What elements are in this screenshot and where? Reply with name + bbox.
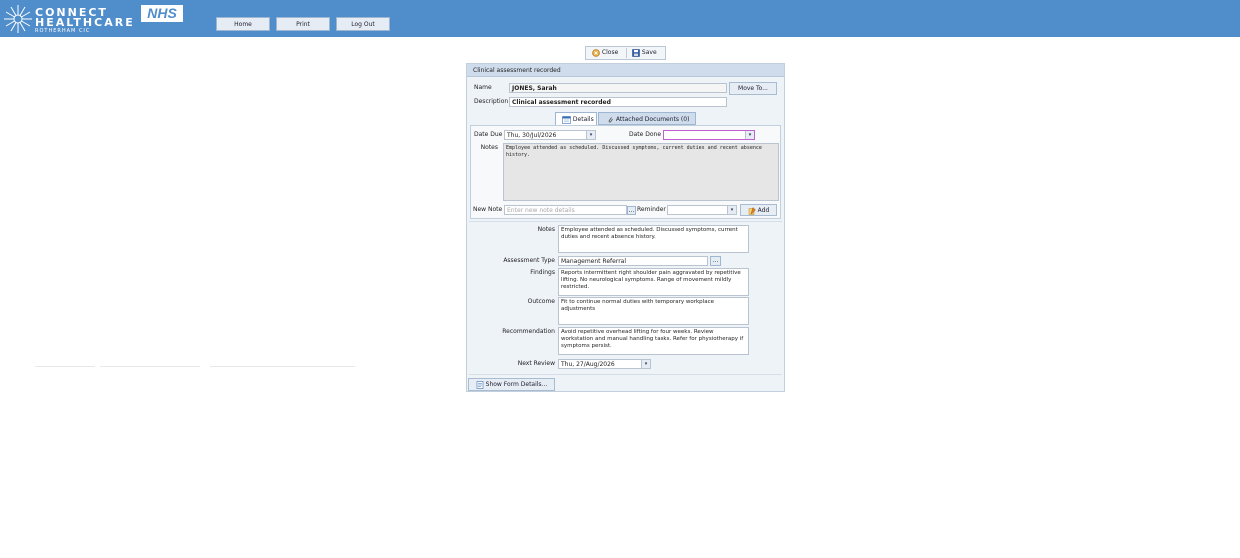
findings-field[interactable]: Reports intermittent right shoulder pain… (558, 268, 749, 296)
panel-title: Clinical assessment recorded (467, 64, 784, 77)
add-note-icon (748, 206, 756, 215)
show-form-details-label: Show Form Details... (485, 381, 548, 388)
form-details-icon (476, 380, 484, 389)
recommendation-field[interactable]: Avoid repetitive overhead lifting for fo… (558, 327, 749, 355)
faint-divider (100, 366, 200, 367)
details-notes-label: Notes (480, 144, 498, 151)
reminder-label: Reminder (637, 206, 666, 213)
date-done-field[interactable]: ▾ (663, 130, 755, 140)
outcome-label: Outcome (527, 298, 555, 305)
outcome-field[interactable]: Fit to continue normal duties with tempo… (558, 297, 749, 325)
date-done-dropdown-icon[interactable]: ▾ (745, 131, 754, 139)
close-icon (592, 48, 600, 57)
new-note-label: New Note (473, 206, 503, 213)
logout-button[interactable]: Log Out (336, 17, 390, 31)
faint-divider (35, 366, 95, 367)
nhs-logo: NHS (141, 5, 183, 22)
paperclip-icon (608, 116, 613, 122)
tab-details[interactable]: Details (555, 112, 597, 125)
tab-details-label: Details (572, 116, 594, 123)
next-review-label: Next Review (517, 360, 555, 367)
section-divider (469, 374, 782, 375)
calendar-icon (562, 115, 571, 124)
findings-label: Findings (530, 269, 555, 276)
form-notes-label: Notes (537, 226, 555, 233)
tab-attached-documents[interactable]: Attached Documents (0) (598, 112, 696, 125)
save-label: Save (641, 49, 657, 56)
dialog-toolbar: Close Save (585, 46, 666, 60)
toolbar-divider (626, 48, 627, 58)
next-review-value: Thu, 27/Aug/2026 (561, 361, 615, 368)
date-due-value: Thu, 30/Jul/2026 (507, 132, 557, 139)
new-note-lookup-button[interactable]: ... (627, 206, 636, 215)
date-done-label: Date Done (629, 131, 662, 138)
top-header-bar: CONNECT HEALTHCARE ROTHERHAM CIC NHS Hom… (0, 0, 1240, 37)
close-label: Close (601, 49, 619, 56)
save-disk-icon (632, 48, 640, 57)
form-notes-field[interactable]: Employee attended as scheduled. Discusse… (558, 225, 749, 253)
add-note-button[interactable]: Add (740, 204, 777, 216)
move-to-button[interactable]: Move To... (729, 82, 777, 95)
date-due-label: Date Due (474, 131, 503, 138)
show-form-details-button[interactable]: Show Form Details... (468, 378, 555, 391)
name-field[interactable]: JONES, Sarah (509, 83, 727, 93)
faint-divider (210, 366, 355, 367)
print-button[interactable]: Print (276, 17, 330, 31)
date-due-field[interactable]: Thu, 30/Jul/2026 ▾ (504, 130, 596, 140)
assessment-type-lookup-button[interactable]: ... (710, 256, 721, 266)
reminder-dropdown-icon[interactable]: ▾ (727, 206, 736, 214)
assessment-type-label: Assessment Type (503, 257, 555, 264)
next-review-dropdown-icon[interactable]: ▾ (641, 360, 650, 368)
recommendation-label: Recommendation (502, 328, 555, 335)
description-field[interactable]: Clinical assessment recorded (509, 97, 727, 107)
description-label: Description (474, 98, 509, 105)
details-notes-textarea[interactable]: Employee attended as scheduled. Discusse… (503, 143, 779, 201)
next-review-field[interactable]: Thu, 27/Aug/2026 ▾ (558, 359, 651, 369)
logo-text-healthcare: HEALTHCARE (35, 16, 135, 29)
connect-healthcare-logo: CONNECT HEALTHCARE ROTHERHAM CIC (3, 3, 133, 35)
home-button[interactable]: Home (216, 17, 270, 31)
add-note-label: Add (757, 207, 770, 214)
name-label: Name (474, 84, 492, 91)
date-due-dropdown-icon[interactable]: ▾ (586, 131, 595, 139)
reminder-field[interactable]: ▾ (667, 205, 737, 215)
section-divider (469, 221, 782, 222)
logo-text-rotherham: ROTHERHAM CIC (35, 28, 91, 34)
close-button[interactable]: Close (592, 47, 618, 59)
assessment-type-field[interactable]: Management Referral (558, 256, 708, 266)
save-button[interactable]: Save (632, 47, 657, 59)
tab-attached-documents-label: Attached Documents (0) (615, 116, 690, 123)
new-note-input[interactable]: Enter new note details (504, 205, 627, 215)
sunburst-logo-icon (4, 5, 32, 33)
